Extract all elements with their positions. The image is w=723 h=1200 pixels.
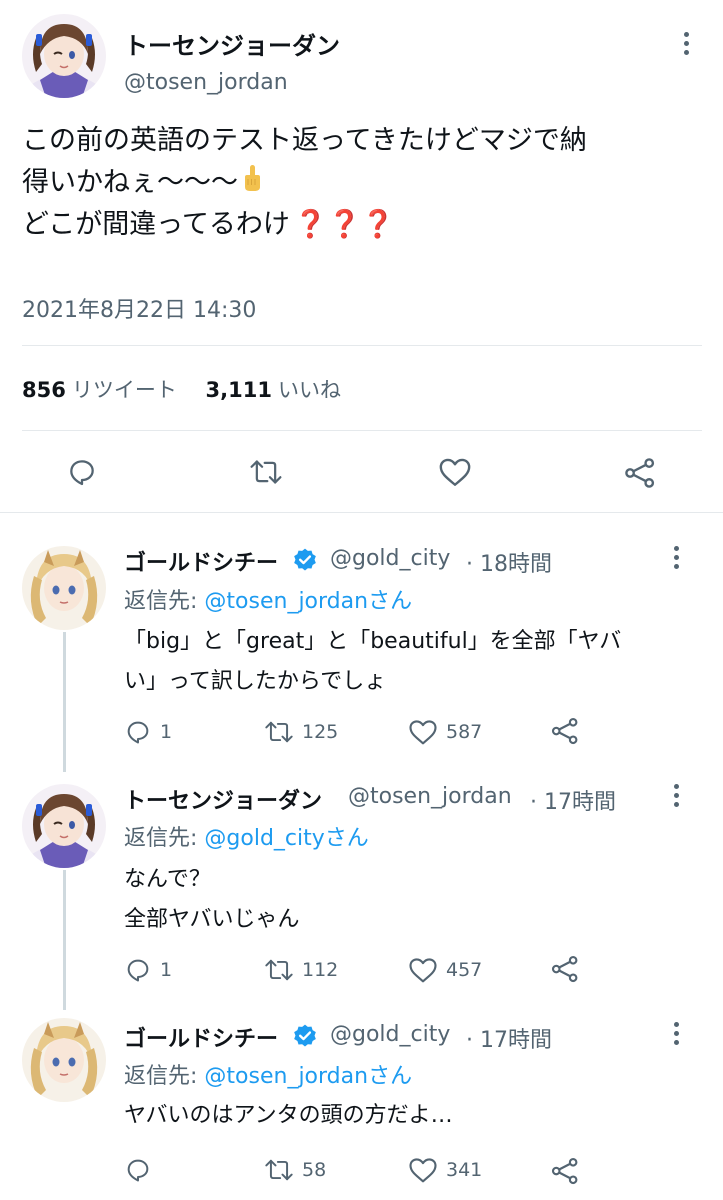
section-divider: [0, 512, 723, 513]
retweet-count: 58: [302, 1159, 327, 1181]
reply-line: 全部ヤバいじゃん: [124, 907, 300, 932]
tweet-line-2-text: 得いかねぇ〜〜〜: [22, 167, 238, 198]
question-emoji: ❓❓❓: [293, 209, 395, 240]
like-count[interactable]: 3,111: [206, 378, 272, 402]
reply-icon: [127, 959, 149, 982]
middle-finger-emoji: [242, 163, 262, 193]
reply-to-mention[interactable]: @tosen_jordanさん: [204, 589, 412, 614]
retweet-icon: [265, 1159, 293, 1181]
more-icon[interactable]: [670, 544, 682, 572]
retweet-count[interactable]: 856: [22, 378, 66, 402]
main-tweet: トーセンジョーダン @tosen_jordan この前の英語のテスト返ってきたけ…: [0, 0, 723, 512]
tweet-text: この前の英語のテスト返ってきたけどマジで納 得いかねぇ〜〜〜 どこが間違ってるわ…: [22, 120, 587, 246]
like-icon: [409, 1158, 437, 1183]
reply-author-handle[interactable]: @tosen_jordan: [348, 784, 512, 809]
tweet-line-2: 得いかねぇ〜〜〜: [22, 162, 587, 204]
reply-to-prefix: 返信先:: [124, 589, 198, 614]
reply-avatar-gold-city[interactable]: [22, 546, 106, 630]
reply-author-handle[interactable]: @gold_city: [330, 546, 450, 571]
reply-to-line: 返信先: @tosen_jordanさん: [124, 583, 412, 615]
like-count: 587: [446, 721, 483, 743]
reply-avatar-jordan[interactable]: [22, 784, 106, 868]
reply-icon: [127, 721, 149, 744]
retweet-label[interactable]: リツイート: [72, 378, 177, 402]
more-icon[interactable]: [680, 30, 692, 58]
reply-author-name[interactable]: ゴールドシチー: [124, 1021, 278, 1053]
like-icon[interactable]: [438, 456, 472, 488]
divider: [22, 345, 702, 346]
share-icon: [551, 717, 578, 745]
reply-button[interactable]: 1: [124, 718, 172, 746]
retweet-count: 125: [302, 721, 339, 743]
like-count: 457: [446, 959, 483, 981]
retweet-icon: [265, 721, 293, 743]
reply-to-mention[interactable]: @gold_cityさん: [204, 826, 368, 851]
reply-button[interactable]: 1: [124, 956, 172, 984]
tweet-line-3: どこが間違ってるわけ ❓❓❓: [22, 204, 587, 246]
author-avatar[interactable]: [22, 14, 106, 98]
thread-line: [63, 870, 66, 1010]
retweet-button[interactable]: 58: [264, 1156, 326, 1184]
share-icon[interactable]: [623, 456, 657, 490]
reply-to-line: 返信先: @gold_cityさん: [124, 820, 369, 852]
reply-icon: [127, 1159, 149, 1182]
verified-icon: [292, 547, 318, 577]
retweet-button[interactable]: 112: [264, 956, 338, 984]
tweet-line-1: この前の英語のテスト返ってきたけどマジで納: [22, 125, 587, 156]
verified-icon: [292, 1023, 318, 1053]
reply-author-name[interactable]: トーセンジョーダン: [124, 783, 322, 815]
reply-time[interactable]: · 17時間: [530, 784, 616, 816]
more-icon[interactable]: [670, 782, 682, 810]
avatar-gold-city-image: [22, 1018, 106, 1102]
reply-line: い」って訳したからでしょ: [124, 669, 387, 694]
share-icon: [551, 955, 578, 983]
like-button[interactable]: 341: [408, 1156, 482, 1184]
like-button[interactable]: 587: [408, 718, 482, 746]
reply-line: ヤバいのはアンタの頭の方だよ…: [124, 1103, 453, 1128]
reply-author-handle[interactable]: @gold_city: [330, 1022, 450, 1047]
retweet-button[interactable]: 125: [264, 718, 338, 746]
reply-to-line: 返信先: @tosen_jordanさん: [124, 1058, 412, 1090]
share-button[interactable]: [550, 954, 588, 984]
reply-time[interactable]: · 18時間: [466, 546, 552, 578]
reply-avatar-gold-city[interactable]: [22, 1018, 106, 1102]
reply-text: 「big」と「great」と「beautiful」を全部「ヤバ い」って訳したか…: [124, 622, 621, 702]
share-button[interactable]: [550, 716, 588, 746]
reply-to-prefix: 返信先:: [124, 1064, 198, 1089]
reply-author-name[interactable]: ゴールドシチー: [124, 545, 278, 577]
reply-count: 1: [160, 959, 173, 981]
reply-line: 「big」と「great」と「beautiful」を全部「ヤバ: [124, 629, 622, 654]
reply-to-mention[interactable]: @tosen_jordanさん: [204, 1064, 412, 1089]
tweet-stats: 856 リツイート 3,111 いいね: [22, 374, 363, 404]
retweet-count: 112: [302, 959, 339, 981]
share-icon: [551, 1157, 578, 1185]
reply-count: 1: [160, 721, 173, 743]
reply-line: なんで？: [124, 867, 211, 892]
like-icon: [409, 720, 437, 745]
like-count: 341: [446, 1159, 483, 1181]
like-icon: [409, 958, 437, 983]
share-button[interactable]: [550, 1156, 588, 1186]
like-button[interactable]: 457: [408, 956, 482, 984]
reply-button[interactable]: [124, 1156, 160, 1184]
author-handle[interactable]: @tosen_jordan: [124, 70, 288, 95]
reply-to-prefix: 返信先:: [124, 826, 198, 851]
reply-text: なんで？ 全部ヤバいじゃん: [124, 860, 300, 940]
reply-icon[interactable]: [66, 456, 98, 488]
avatar-jordan-image: [22, 14, 106, 98]
tweet-line-3-text: どこが間違ってるわけ: [22, 209, 290, 240]
reply-text: ヤバいのはアンタの頭の方だよ…: [124, 1096, 453, 1136]
reply-time[interactable]: · 17時間: [466, 1022, 552, 1054]
tweet-timestamp[interactable]: 2021年8月22日 14:30: [22, 292, 256, 324]
divider: [22, 430, 702, 431]
thread-line: [63, 632, 66, 772]
retweet-icon[interactable]: [249, 456, 283, 488]
more-icon[interactable]: [670, 1020, 682, 1048]
retweet-icon: [265, 959, 293, 981]
like-label[interactable]: いいね: [278, 378, 341, 402]
avatar-gold-city-image: [22, 546, 106, 630]
author-name[interactable]: トーセンジョーダン: [124, 26, 340, 61]
avatar-jordan-image: [22, 784, 106, 868]
